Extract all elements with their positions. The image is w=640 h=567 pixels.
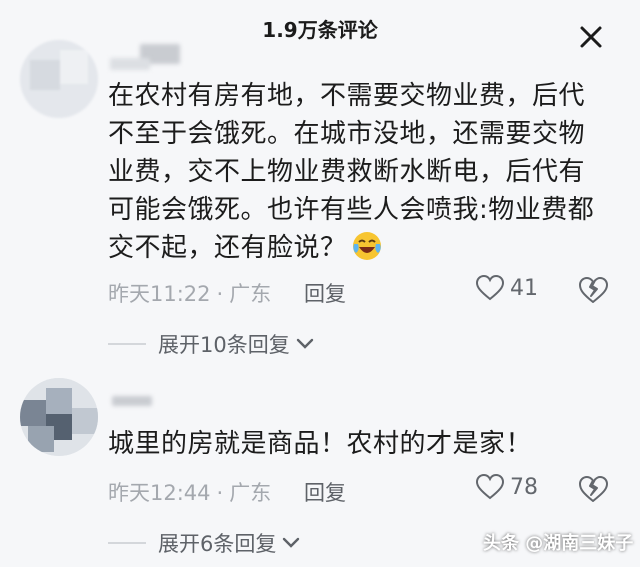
like-button[interactable]: 41 xyxy=(476,275,538,301)
comment-location: 广东 xyxy=(229,481,272,505)
chevron-down-icon xyxy=(283,537,300,548)
meta-separator: · xyxy=(216,481,224,505)
reply-button[interactable]: 回复 xyxy=(304,477,346,507)
expand-replies-button[interactable]: 展开10条回复 xyxy=(108,329,314,359)
comment-count-title: 1.9万条评论 xyxy=(262,18,378,42)
divider-line xyxy=(108,343,146,345)
broken-heart-icon[interactable] xyxy=(578,475,608,503)
comment-location: 广东 xyxy=(229,282,272,306)
comment-line: 不至于会饿死。在城市没地，还需要交物 xyxy=(108,119,586,149)
reply-button[interactable]: 回复 xyxy=(304,278,346,308)
broken-heart-icon[interactable] xyxy=(578,276,608,304)
username-blurred xyxy=(110,58,150,70)
comment-meta: 昨天11:22 · 广东 xyxy=(108,278,277,308)
expand-replies-label: 展开10条回复 xyxy=(158,333,290,357)
comment-line: 在农村有房有地，不需要交物业费，后代 xyxy=(108,81,586,111)
comments-header: 1.9万条评论 xyxy=(0,0,640,62)
comment-time: 昨天11:22 xyxy=(108,282,211,306)
comment-meta: 昨天12:44 · 广东 xyxy=(108,477,277,507)
comment-time: 昨天12:44 xyxy=(108,481,211,505)
heart-icon xyxy=(476,474,504,500)
comment-text: 在农村有房有地，不需要交物业费，后代 不至于会饿死。在城市没地，还需要交物 业费… xyxy=(108,77,608,267)
avatar[interactable] xyxy=(20,378,98,456)
chevron-down-icon xyxy=(296,338,313,349)
watermark: 头条 @湖南三妹子 xyxy=(483,533,634,554)
username-blurred[interactable] xyxy=(112,396,152,406)
laughing-crying-emoji-icon xyxy=(352,232,381,260)
divider-line xyxy=(108,542,146,544)
expand-replies-button[interactable]: 展开6条回复 xyxy=(108,528,300,558)
comment-text: 城里的房就是商品！农村的才是家！ xyxy=(108,425,608,463)
like-count: 41 xyxy=(510,275,538,301)
comment-line: 业费，交不上物业费救断水断电，后代有 xyxy=(108,157,586,187)
comment-line: 交不起，还有脸说？ xyxy=(108,229,608,267)
like-button[interactable]: 78 xyxy=(476,474,538,500)
meta-separator: · xyxy=(216,282,224,306)
close-icon[interactable] xyxy=(576,22,606,52)
heart-icon xyxy=(476,275,504,301)
comment-line: 可能会饿死。也许有些人会喷我:物业费都 xyxy=(108,195,595,225)
expand-replies-label: 展开6条回复 xyxy=(158,532,277,556)
avatar[interactable] xyxy=(20,40,98,118)
like-count: 78 xyxy=(510,474,538,500)
comment-line-text: 交不起，还有脸说？ xyxy=(108,233,347,263)
comment-line: 城里的房就是商品！农村的才是家！ xyxy=(108,429,533,459)
